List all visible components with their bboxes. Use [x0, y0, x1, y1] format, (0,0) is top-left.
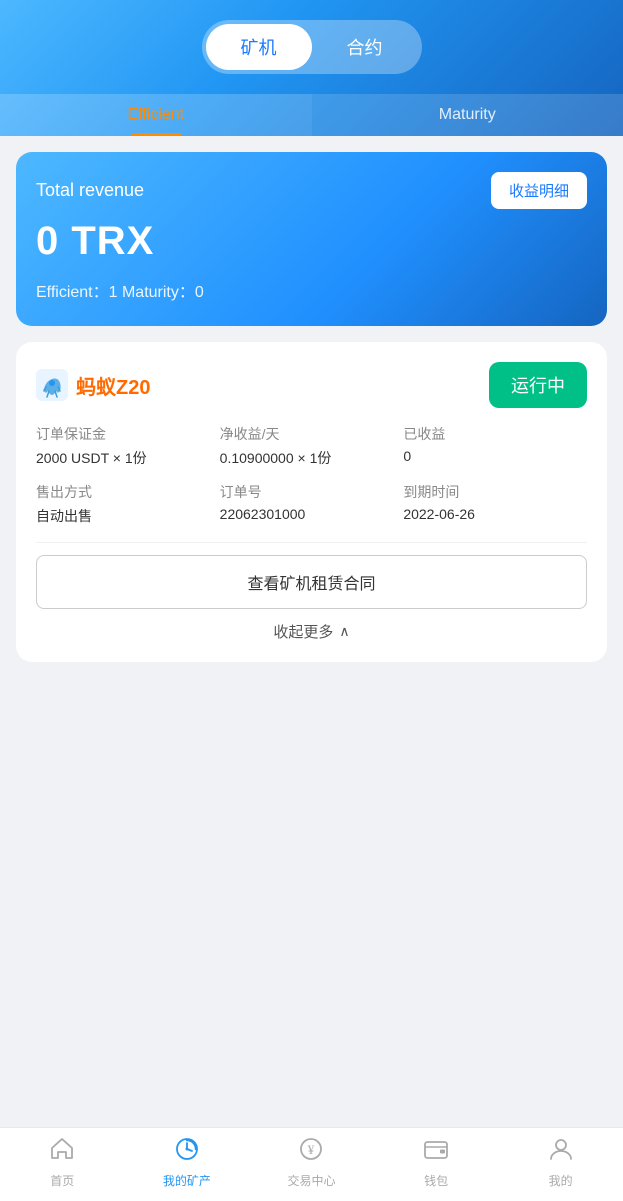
value-order-no: 22062301000	[220, 506, 404, 522]
collapse-row[interactable]: 收起更多 ∧	[36, 621, 587, 642]
chevron-up-icon: ∧	[339, 623, 349, 640]
revenue-card: Total revenue 收益明细 0 TRX Efficient：1 Mat…	[16, 152, 607, 326]
label-order-no: 订单号	[220, 482, 404, 502]
info-item-order-no: 订单号 22062301000	[220, 482, 404, 526]
label-daily: 净收益/天	[220, 424, 404, 444]
label-earned: 已收益	[403, 424, 587, 444]
revenue-title: Total revenue	[36, 180, 144, 201]
info-grid: 订单保证金 2000 USDT × 1份 净收益/天 0.10900000 × …	[36, 424, 587, 526]
miner-name-row: 蚂蚁Z20	[36, 369, 150, 401]
nav-item-wallet[interactable]: 钱包	[374, 1136, 499, 1189]
miner-name: 蚂蚁Z20	[76, 371, 150, 400]
home-icon	[49, 1136, 75, 1169]
toggle-container: 矿机 合约	[202, 20, 422, 74]
tab-efficient[interactable]: Efficient	[0, 94, 312, 136]
sub-tabs: Efficient Maturity	[0, 94, 623, 136]
label-deposit: 订单保证金	[36, 424, 220, 444]
header-area: 矿机 合约 Efficient Maturity	[0, 0, 623, 136]
trade-icon: ¥	[298, 1136, 324, 1169]
value-earned: 0	[403, 448, 587, 464]
nav-label-mining: 我的矿产	[163, 1172, 211, 1189]
svg-text:¥: ¥	[308, 1142, 315, 1157]
nav-item-home[interactable]: 首页	[0, 1136, 125, 1189]
nav-item-trade[interactable]: ¥ 交易中心	[249, 1136, 374, 1189]
info-item-daily: 净收益/天 0.10900000 × 1份	[220, 424, 404, 468]
info-item-expire: 到期时间 2022-06-26	[403, 482, 587, 526]
nav-item-profile[interactable]: 我的	[498, 1136, 623, 1189]
revenue-card-top: Total revenue 收益明细	[36, 172, 587, 209]
label-expire: 到期时间	[403, 482, 587, 502]
tab-maturity[interactable]: Maturity	[312, 94, 623, 136]
info-item-deposit: 订单保证金 2000 USDT × 1份	[36, 424, 220, 468]
nav-label-home: 首页	[50, 1172, 74, 1189]
status-badge: 运行中	[489, 362, 587, 408]
view-contract-btn[interactable]: 查看矿机租赁合同	[36, 555, 587, 609]
detail-btn[interactable]: 收益明细	[491, 172, 587, 209]
main-content: Total revenue 收益明细 0 TRX Efficient：1 Mat…	[0, 136, 623, 1127]
miner-icon	[36, 369, 68, 401]
bottom-nav: 首页 我的矿产 ¥ 交易中心	[0, 1127, 623, 1201]
wallet-icon	[423, 1136, 449, 1169]
value-expire: 2022-06-26	[403, 506, 587, 522]
revenue-amount: 0 TRX	[36, 219, 587, 264]
nav-label-profile: 我的	[549, 1172, 573, 1189]
value-deposit: 2000 USDT × 1份	[36, 448, 220, 468]
toggle-miner-btn[interactable]: 矿机	[206, 24, 312, 70]
nav-label-trade: 交易中心	[287, 1172, 335, 1189]
divider	[36, 542, 587, 543]
profile-icon	[548, 1136, 574, 1169]
revenue-stats: Efficient：1 Maturity：0	[36, 278, 587, 302]
miner-header: 蚂蚁Z20 运行中	[36, 362, 587, 408]
nav-item-mining[interactable]: 我的矿产	[125, 1136, 250, 1189]
collapse-label: 收起更多	[273, 621, 333, 642]
nav-label-wallet: 钱包	[424, 1172, 448, 1189]
value-daily: 0.10900000 × 1份	[220, 448, 404, 468]
toggle-contract-btn[interactable]: 合约	[312, 24, 418, 70]
info-item-sell-method: 售出方式 自动出售	[36, 482, 220, 526]
label-sell-method: 售出方式	[36, 482, 220, 502]
miner-card: 蚂蚁Z20 运行中 订单保证金 2000 USDT × 1份 净收益/天 0.1…	[16, 342, 607, 662]
value-sell-method: 自动出售	[36, 506, 220, 526]
info-item-earned: 已收益 0	[403, 424, 587, 468]
mining-icon	[174, 1136, 200, 1169]
